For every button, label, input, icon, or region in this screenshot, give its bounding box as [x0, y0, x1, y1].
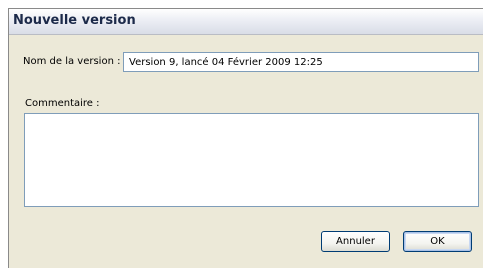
- version-name-label: Nom de la version :: [23, 56, 121, 67]
- comment-label: Commentaire :: [25, 98, 100, 109]
- ok-button[interactable]: OK: [403, 231, 472, 252]
- dialog-title: Nouvelle version: [13, 13, 136, 28]
- new-version-dialog: Nouvelle version Nom de la version : Com…: [8, 8, 483, 268]
- version-name-input[interactable]: [123, 52, 479, 72]
- cancel-button[interactable]: Annuler: [321, 231, 390, 252]
- comment-textarea[interactable]: [24, 113, 479, 207]
- dialog-titlebar[interactable]: Nouvelle version: [9, 9, 483, 35]
